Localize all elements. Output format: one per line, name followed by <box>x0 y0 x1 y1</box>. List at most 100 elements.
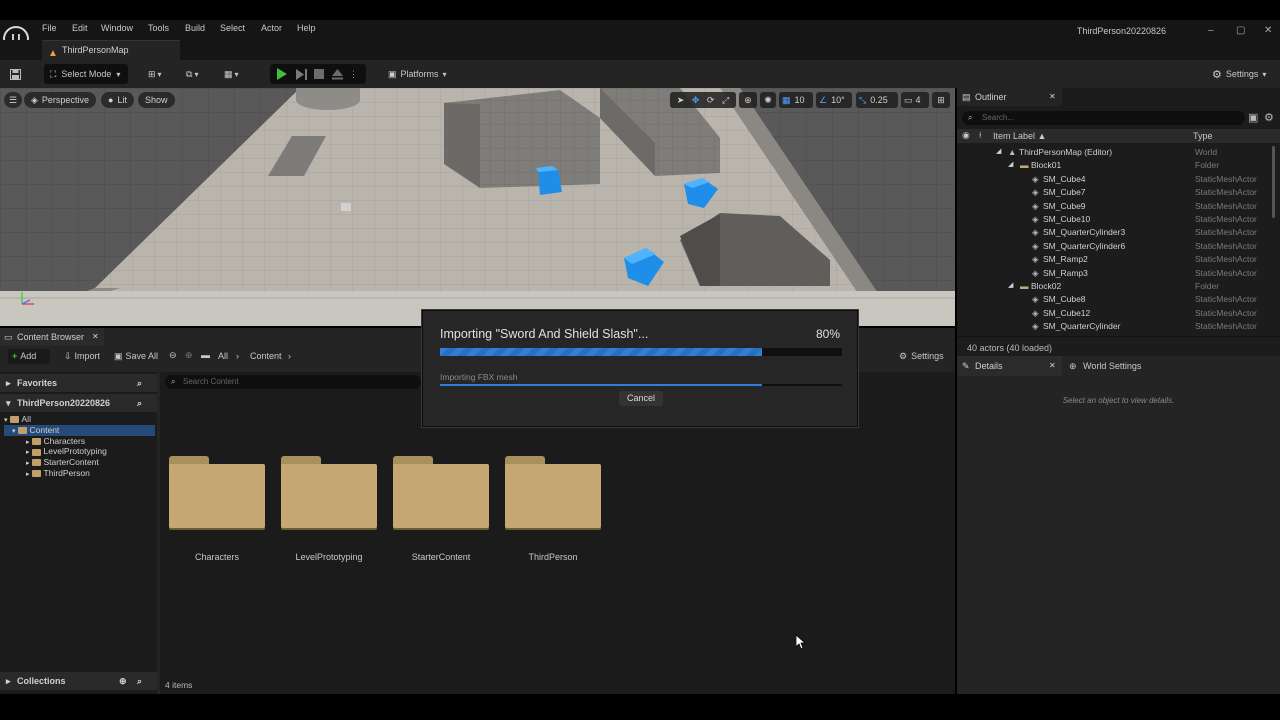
history-forward-icon[interactable]: ⊕ <box>185 350 193 361</box>
rotation-snap-control[interactable]: ∠ 10° <box>816 92 852 108</box>
folder-tree-item[interactable]: ▾ Content <box>4 424 155 436</box>
chevron-down-icon[interactable]: ▾ <box>4 417 8 424</box>
close-icon[interactable]: ✕ <box>92 328 99 346</box>
add-content-button[interactable]: ⊞ ▾ <box>148 64 174 84</box>
outliner-row[interactable]: ◈ SM_Cube9 StaticMeshActor <box>957 200 1272 213</box>
menu-edit[interactable]: Edit <box>72 23 88 33</box>
viewport-menu-button[interactable]: ☰ <box>4 92 23 108</box>
outliner-row[interactable]: ◈ SM_QuarterCylinder StaticMeshActor <box>957 320 1272 333</box>
collections-header[interactable]: ▸ Collections ⊕ ⌕ <box>0 672 157 690</box>
grid-snap-control[interactable]: ▦ 10 <box>779 92 813 108</box>
eject-icon[interactable] <box>332 68 343 80</box>
show-dropdown[interactable]: Show <box>138 92 175 108</box>
outliner-row[interactable]: ◈ SM_Cube4 StaticMeshActor <box>957 173 1272 186</box>
select-arrow-icon[interactable]: ➤ <box>677 95 685 106</box>
chevron-down-icon[interactable]: ▾ <box>12 428 16 435</box>
chevron-right-icon[interactable]: ▸ <box>26 460 30 467</box>
close-icon[interactable]: ✕ <box>1049 88 1056 106</box>
expand-arrow-icon[interactable]: ◢ <box>1008 281 1013 289</box>
restore-icon[interactable]: ▢ <box>1236 25 1245 36</box>
menu-tools[interactable]: Tools <box>148 23 169 33</box>
menu-window[interactable]: Window <box>101 23 133 33</box>
outliner-row[interactable]: ◈ SM_Ramp3 StaticMeshActor <box>957 267 1272 280</box>
platforms-dropdown[interactable]: ▣ Platforms ▾ <box>386 64 456 84</box>
cb-settings-button[interactable]: ⚙ Settings <box>899 349 944 364</box>
breadcrumb-all[interactable]: All <box>218 351 228 361</box>
skip-icon[interactable] <box>296 68 307 80</box>
outliner-search-input[interactable]: ⌕ Search... <box>962 111 1245 125</box>
scale-icon[interactable]: ⤢ <box>722 95 729 106</box>
camera-speed-control[interactable]: ▭ 4 <box>901 92 929 108</box>
outliner-row[interactable]: ◈ SM_Ramp2 StaticMeshActor <box>957 253 1272 266</box>
close-icon[interactable]: ✕ <box>1049 356 1056 376</box>
more-options-icon[interactable]: ⋮ <box>349 69 358 80</box>
folder-tree-item[interactable]: ▸ Characters <box>4 436 155 447</box>
menu-help[interactable]: Help <box>297 23 316 33</box>
folder-tree-item[interactable]: ▾ All <box>4 414 155 425</box>
save-icon[interactable] <box>6 64 24 84</box>
expand-arrow-icon[interactable]: ◢ <box>996 147 1001 155</box>
menu-select[interactable]: Select <box>220 23 245 33</box>
outliner-row[interactable]: ◈ SM_Cube7 StaticMeshActor <box>957 186 1272 199</box>
content-search-input[interactable]: ⌕ Search Content <box>165 375 421 389</box>
folder-tile[interactable] <box>393 456 489 528</box>
history-back-icon[interactable]: ⊖ <box>169 350 177 361</box>
world-local-toggle[interactable]: ⊕ <box>739 92 757 108</box>
folder-tree-item[interactable]: ▸ LevelPrototyping <box>4 446 155 457</box>
outliner-row[interactable]: ◢ ▬ Block01 Folder <box>957 159 1272 172</box>
outliner-row[interactable]: ◈ SM_Cube12 StaticMeshActor <box>957 307 1272 320</box>
folder-tile[interactable] <box>505 456 601 528</box>
outliner-tab[interactable]: ▤ Outliner ✕ <box>957 88 1062 106</box>
folder-tree-item[interactable]: ▸ ThirdPerson <box>4 468 155 479</box>
minimize-icon[interactable]: – <box>1208 25 1214 36</box>
move-icon[interactable]: ✥ <box>692 95 700 106</box>
visibility-icon[interactable]: ◉ <box>962 130 970 141</box>
folder-tile[interactable] <box>169 456 265 528</box>
view-mode-dropdown[interactable]: ● Lit <box>101 92 134 108</box>
menu-file[interactable]: File <box>42 23 57 33</box>
cinematics-button[interactable]: ▦ ▾ <box>224 64 250 84</box>
close-icon[interactable]: ✕ <box>1264 25 1272 36</box>
favorites-header[interactable]: ▸ Favorites ⌕ <box>0 374 157 392</box>
level-viewport[interactable]: ☰ ◈ Perspective ● Lit Show ➤ ✥ ⟳ ⤢ ⊕ ✺ ▦ 10… <box>0 88 955 326</box>
outliner-row[interactable]: ◈ SM_Cube10 StaticMeshActor <box>957 213 1272 226</box>
project-header[interactable]: ▾ ThirdPerson20220826 ⌕ <box>0 394 157 412</box>
outliner-row[interactable]: ◢ ▲ ThirdPersonMap (Editor) World <box>957 146 1272 159</box>
breadcrumb-content[interactable]: Content <box>250 351 282 361</box>
add-button[interactable]: + Add <box>8 349 50 364</box>
outliner-row[interactable]: ◈ SM_QuarterCylinder6 StaticMeshActor <box>957 240 1272 253</box>
play-icon[interactable] <box>276 68 288 80</box>
search-icon[interactable]: ⌕ <box>137 672 142 690</box>
folder-tile[interactable] <box>281 456 377 528</box>
details-tab[interactable]: ✎ Details ✕ <box>957 356 1062 376</box>
menu-actor[interactable]: Actor <box>261 23 282 33</box>
blueprint-button[interactable]: ⧉ ▾ <box>186 64 214 84</box>
scale-snap-control[interactable]: ⤡ 0.25 <box>856 92 898 108</box>
pin-icon[interactable]: ⍿ <box>979 130 981 141</box>
add-folder-icon[interactable]: ▣ <box>1248 111 1258 124</box>
outliner-row[interactable]: ◈ SM_QuarterCylinder3 StaticMeshActor <box>957 226 1272 239</box>
chevron-right-icon[interactable]: ▸ <box>26 439 30 446</box>
import-button[interactable]: ⇩ Import <box>64 349 100 364</box>
chevron-right-icon[interactable]: ▸ <box>26 471 30 478</box>
stop-icon[interactable] <box>314 69 324 79</box>
search-icon[interactable]: ⌕ <box>137 394 142 412</box>
rotate-icon[interactable]: ⟳ <box>707 95 715 106</box>
outliner-row[interactable]: ◢ ▬ Block02 Folder <box>957 280 1272 293</box>
expand-arrow-icon[interactable]: ◢ <box>1008 160 1013 168</box>
select-mode-dropdown[interactable]: ⛶ Select Mode ▾ <box>44 64 128 84</box>
world-settings-tab[interactable]: ⊕ World Settings <box>1065 356 1175 376</box>
cancel-button[interactable]: Cancel <box>619 391 663 406</box>
menu-build[interactable]: Build <box>185 23 205 33</box>
chevron-right-icon[interactable]: ▸ <box>26 449 30 456</box>
layout-button[interactable]: ⊞ <box>932 92 950 108</box>
outliner-row[interactable]: ◈ SM_Cube8 StaticMeshActor <box>957 293 1272 306</box>
add-collection-icon[interactable]: ⊕ <box>119 672 127 690</box>
outliner-scrollbar[interactable] <box>1272 146 1275 218</box>
type-column[interactable]: Type <box>1193 131 1213 141</box>
gear-icon[interactable]: ⚙ <box>1264 111 1274 124</box>
folder-tree-item[interactable]: ▸ StarterContent <box>4 457 155 468</box>
content-browser-tab[interactable]: ▭ Content Browser ✕ <box>0 328 104 346</box>
search-icon[interactable]: ⌕ <box>137 374 142 392</box>
save-all-button[interactable]: ▣ Save All <box>114 349 158 364</box>
